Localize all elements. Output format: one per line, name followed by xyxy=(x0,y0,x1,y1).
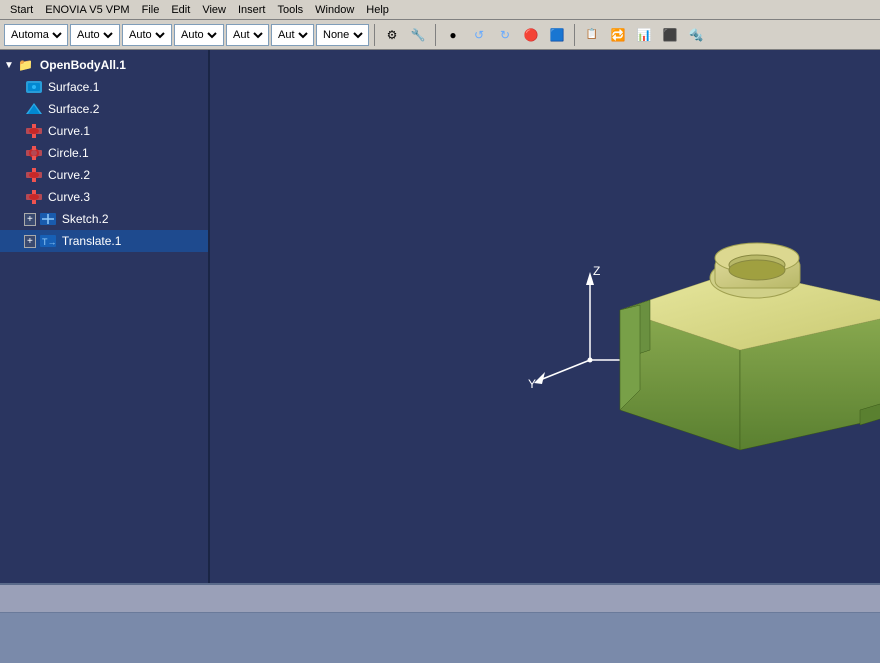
menu-start[interactable]: Start xyxy=(4,3,39,17)
toolbar-select-auto3[interactable]: Auto xyxy=(177,28,220,42)
toolbar-dropdown-none[interactable]: None xyxy=(316,24,369,46)
tree-item-surface1[interactable]: Surface.1 xyxy=(0,76,208,98)
toolbar-icon-3: ● xyxy=(443,25,463,45)
toolbar-btn-7[interactable]: 🟦 xyxy=(545,24,569,46)
tree-icon-curve3 xyxy=(24,188,44,206)
tree-label-root: OpenBodyAll.1 xyxy=(40,58,126,72)
statusbar-inner xyxy=(0,585,880,613)
menu-tools[interactable]: Tools xyxy=(271,3,309,17)
toolbar-btn-9[interactable]: 🔁 xyxy=(606,24,630,46)
toolbar-dropdown-auto2[interactable]: Auto xyxy=(122,24,172,46)
toolbar-icon-9: 🔁 xyxy=(608,25,628,45)
menu-insert[interactable]: Insert xyxy=(232,3,272,17)
toolbar-icon-11: ⬛ xyxy=(660,25,680,45)
menu-edit[interactable]: Edit xyxy=(165,3,196,17)
toolbar-dropdown-aut2[interactable]: Aut xyxy=(271,24,314,46)
toolbar-separator-2 xyxy=(435,24,436,46)
toolbar-btn-3[interactable]: ● xyxy=(441,24,465,46)
tree-label-sketch2: Sketch.2 xyxy=(62,212,109,226)
menu-view[interactable]: View xyxy=(196,3,232,17)
toolbar-icon-12: 🔩 xyxy=(686,25,706,45)
toolbar-btn-6[interactable]: 🔴 xyxy=(519,24,543,46)
toolbar-icon-2: 🔧 xyxy=(408,25,428,45)
toolbar-btn-4[interactable]: ↺ xyxy=(467,24,491,46)
tree-item-curve2[interactable]: Curve.2 xyxy=(0,164,208,186)
tree-label-curve1: Curve.1 xyxy=(48,124,90,138)
toolbar-btn-2[interactable]: 🔧 xyxy=(406,24,430,46)
toolbar-dropdown-auto3[interactable]: Auto xyxy=(174,24,224,46)
main-area: ▼ 📁 OpenBodyAll.1 Surface.1 xyxy=(0,50,880,663)
tree-item-surface2[interactable]: Surface.2 xyxy=(0,98,208,120)
expand-icon-translate1[interactable]: + xyxy=(24,235,36,248)
expand-icon-sketch2[interactable]: + xyxy=(24,213,36,226)
tree-label-surface1: Surface.1 xyxy=(48,80,99,94)
toolbar-icon-7: 🟦 xyxy=(547,25,567,45)
tree-icon-surface1 xyxy=(24,78,44,96)
expand-icon-root: ▼ xyxy=(4,60,14,71)
menu-file[interactable]: File xyxy=(136,3,166,17)
menu-enovia[interactable]: ENOVIA V5 VPM xyxy=(39,3,135,17)
svg-text:Y: Y xyxy=(528,377,536,390)
toolbar-icon-6: 🔴 xyxy=(521,25,541,45)
toolbar-btn-10[interactable]: 📊 xyxy=(632,24,656,46)
tree-item-curve3[interactable]: Curve.3 xyxy=(0,186,208,208)
statusbar xyxy=(0,583,880,663)
menu-help[interactable]: Help xyxy=(360,3,395,17)
toolbar-btn-5[interactable]: ↻ xyxy=(493,24,517,46)
toolbar-select-automa[interactable]: Automa xyxy=(7,28,65,42)
tree-icon-curve2 xyxy=(24,166,44,184)
tree-label-curve2: Curve.2 xyxy=(48,168,90,182)
toolbar-icon-8: 📋 xyxy=(582,25,602,45)
toolbar-icon-5: ↻ xyxy=(495,25,515,45)
3d-model xyxy=(560,150,880,490)
toolbar-select-auto2[interactable]: Auto xyxy=(125,28,168,42)
toolbar-dropdown-aut1[interactable]: Aut xyxy=(226,24,269,46)
svg-text:T→: T→ xyxy=(42,237,57,247)
toolbar-select-none[interactable]: None xyxy=(319,28,366,42)
toolbar-dropdown-automa[interactable]: Automa xyxy=(4,24,68,46)
toolbar-select-auto1[interactable]: Auto xyxy=(73,28,116,42)
toolbar-btn-1[interactable]: ⚙ xyxy=(380,24,404,46)
tree-icon-translate1: T→ xyxy=(38,232,58,250)
tree-icon-surface2 xyxy=(24,100,44,118)
tree-icon-curve1 xyxy=(24,122,44,140)
toolbar-separator-1 xyxy=(374,24,375,46)
tree-icon-sketch2 xyxy=(38,210,58,228)
toolbar-icon-10: 📊 xyxy=(634,25,654,45)
toolbar: Automa Auto Auto Auto Aut Aut None ⚙ 🔧 ●… xyxy=(0,20,880,50)
toolbar-btn-11[interactable]: ⬛ xyxy=(658,24,682,46)
toolbar-dropdown-auto1[interactable]: Auto xyxy=(70,24,120,46)
tree-icon-root: 📁 xyxy=(16,56,36,74)
toolbar-select-aut2[interactable]: Aut xyxy=(274,28,311,42)
tree-item-sketch2[interactable]: + Sketch.2 xyxy=(0,208,208,230)
toolbar-separator-3 xyxy=(574,24,575,46)
3d-viewport[interactable]: Z Y xyxy=(210,50,880,663)
tree-panel: ▼ 📁 OpenBodyAll.1 Surface.1 xyxy=(0,50,210,663)
tree-label-translate1: Translate.1 xyxy=(62,234,122,248)
toolbar-select-aut1[interactable]: Aut xyxy=(229,28,266,42)
tree-item-circle1[interactable]: Circle.1 xyxy=(0,142,208,164)
menu-bar: Start ENOVIA V5 VPM File Edit View Inser… xyxy=(0,0,880,20)
tree-icon-circle1 xyxy=(24,144,44,162)
tree-item-translate1[interactable]: + T→ Translate.1 xyxy=(0,230,208,252)
toolbar-btn-8[interactable]: 📋 xyxy=(580,24,604,46)
toolbar-icon-1: ⚙ xyxy=(382,25,402,45)
tree-label-circle1: Circle.1 xyxy=(48,146,89,160)
tree-label-curve3: Curve.3 xyxy=(48,190,90,204)
toolbar-icon-4: ↺ xyxy=(469,25,489,45)
tree-root[interactable]: ▼ 📁 OpenBodyAll.1 xyxy=(0,54,208,76)
tree-item-curve1[interactable]: Curve.1 xyxy=(0,120,208,142)
tree-label-surface2: Surface.2 xyxy=(48,102,99,116)
menu-window[interactable]: Window xyxy=(309,3,360,17)
toolbar-btn-12[interactable]: 🔩 xyxy=(684,24,708,46)
